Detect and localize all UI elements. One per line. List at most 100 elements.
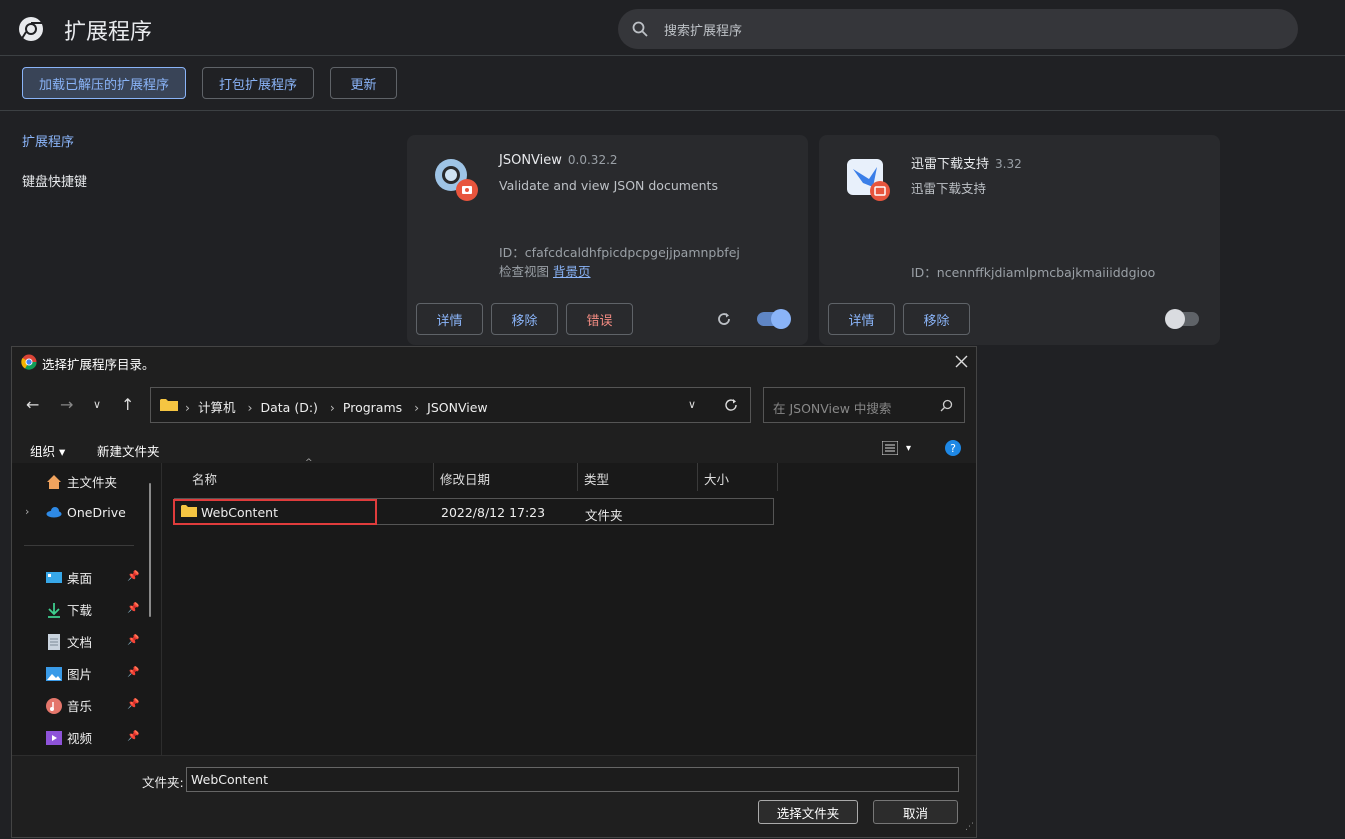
pin-icon[interactable]: 📌 — [127, 635, 139, 646]
view-dropdown-icon[interactable]: ▾ — [906, 443, 911, 454]
nav-item-onedrive[interactable]: OneDrive — [46, 504, 126, 520]
nav-item-videos[interactable]: 视频 — [46, 728, 92, 747]
reload-icon[interactable] — [716, 311, 732, 327]
close-icon[interactable] — [955, 355, 968, 368]
file-modified: 2022/8/12 17:23 — [441, 505, 546, 520]
dialog-titlebar: 选择扩展程序目录。 — [12, 347, 976, 377]
picture-icon — [46, 666, 62, 681]
pin-icon[interactable]: 📌 — [127, 667, 139, 678]
nav-item-home[interactable]: 主文件夹 — [46, 472, 117, 491]
enable-toggle[interactable] — [1165, 309, 1199, 329]
breadcrumb[interactable]: › 计算机 › Data (D:) › Programs › JSONView — [185, 397, 488, 416]
extension-id: ID：cfafcdcaldhfpicdpcpgejjpamnpbfej — [499, 245, 740, 260]
dialog-footer: 文件夹: WebContent 选择文件夹 取消 ⋰ — [12, 755, 976, 837]
svg-text:?: ? — [950, 442, 956, 455]
nav-item-pictures[interactable]: 图片 — [46, 664, 92, 683]
inspect-views: 检查视图 背景页 — [499, 264, 591, 279]
nav-item-desktop[interactable]: 桌面 — [46, 568, 92, 587]
column-modified[interactable]: 修改日期 — [440, 469, 490, 488]
desktop-icon — [46, 571, 62, 583]
folder-label: 文件夹: — [142, 775, 184, 790]
column-separator — [577, 463, 578, 491]
nav-divider — [24, 545, 134, 546]
recent-locations-chevron-icon[interactable]: ∨ — [93, 398, 101, 411]
pin-icon[interactable]: 📌 — [127, 699, 139, 710]
nav-item-downloads[interactable]: 下载 — [46, 600, 92, 619]
extension-description: Validate and view JSON documents — [499, 178, 718, 193]
pack-extension-button[interactable]: 打包扩展程序 — [202, 67, 314, 99]
nav-scrollbar[interactable] — [149, 483, 151, 617]
extension-name: JSONView 0.0.32.2 — [499, 153, 618, 168]
load-unpacked-button[interactable]: 加载已解压的扩展程序 — [22, 67, 186, 99]
errors-button[interactable]: 错误 — [566, 303, 633, 335]
pin-icon[interactable]: 📌 — [127, 603, 139, 614]
background-page-link[interactable]: 背景页 — [553, 264, 591, 279]
column-name[interactable]: 名称 — [192, 469, 217, 488]
download-icon — [48, 602, 60, 618]
nav-item-music[interactable]: 音乐 — [46, 696, 92, 715]
highlight-box — [173, 499, 377, 525]
details-button[interactable]: 详情 — [416, 303, 483, 335]
enable-toggle[interactable] — [757, 309, 791, 329]
extension-name: 迅雷下载支持 3.32 — [911, 157, 1022, 172]
remove-button[interactable]: 移除 — [903, 303, 970, 335]
nav-item-documents[interactable]: 文档 — [46, 632, 92, 651]
pin-icon[interactable]: 📌 — [127, 571, 139, 582]
chrome-icon — [21, 354, 37, 370]
chrome-logo-icon — [19, 17, 43, 41]
column-headers: ^ 名称 修改日期 类型 大小 — [162, 458, 976, 493]
page-title: 扩展程序 — [64, 20, 153, 45]
column-size[interactable]: 大小 — [704, 469, 729, 488]
folder-name-input[interactable]: WebContent — [186, 767, 959, 792]
header-bar: 扩展程序 搜索扩展程序 — [0, 0, 1345, 56]
address-bar[interactable]: › 计算机 › Data (D:) › Programs › JSONView ∨ — [150, 387, 751, 423]
search-icon — [632, 21, 648, 37]
jsonview-icon — [435, 159, 478, 201]
update-button[interactable]: 更新 — [330, 67, 397, 99]
sidebar-item-extensions[interactable]: 扩展程序 — [22, 131, 74, 150]
video-icon — [46, 730, 62, 745]
refresh-icon[interactable] — [724, 398, 738, 412]
column-separator — [777, 463, 778, 491]
home-icon — [47, 474, 61, 489]
navigation-pane: 主文件夹 › OneDrive 桌面 📌 下载 📌 文档 📌 图片 📌 音乐 📌… — [12, 463, 162, 755]
cancel-button[interactable]: 取消 — [873, 800, 958, 824]
column-separator — [433, 463, 434, 491]
forward-arrow-icon[interactable]: → — [60, 395, 73, 414]
navigation-bar: ← → ∨ ↑ › 计算机 › Data (D:) › Programs › JSONV… — [12, 377, 976, 433]
organize-menu[interactable]: 组织 ▾ — [30, 441, 65, 460]
extension-card-xunlei: 迅雷下载支持 3.32 迅雷下载支持 ID：ncennffkjdiamlpmcba… — [819, 135, 1220, 345]
resize-grip-icon[interactable]: ⋰ — [965, 822, 974, 832]
folder-search-box[interactable]: 在 JSONView 中搜索 — [763, 387, 965, 423]
xunlei-icon — [847, 159, 890, 201]
address-dropdown-icon[interactable]: ∨ — [688, 398, 696, 411]
file-type: 文件夹 — [585, 508, 623, 523]
pin-icon[interactable]: 📌 — [127, 731, 139, 742]
folder-search-input[interactable]: 在 JSONView 中搜索 — [773, 398, 891, 417]
extension-version: 3.32 — [995, 157, 1022, 171]
command-bar: 组织 ▾ 新建文件夹 ▾ ? — [12, 433, 976, 463]
back-arrow-icon[interactable]: ← — [26, 395, 39, 414]
extension-id: ID：ncennffkjdiamlpmcbajkmaiiiddgioo — [911, 265, 1156, 280]
sidebar-item-shortcuts[interactable]: 键盘快捷键 — [22, 171, 87, 190]
sort-ascending-icon: ^ — [305, 458, 313, 468]
new-folder-button[interactable]: 新建文件夹 — [97, 441, 160, 460]
select-folder-button[interactable]: 选择文件夹 — [758, 800, 858, 824]
remove-button[interactable]: 移除 — [491, 303, 558, 335]
search-icon — [940, 399, 953, 412]
dev-toolbar: 加载已解压的扩展程序 打包扩展程序 更新 — [0, 56, 1345, 111]
extension-description: 迅雷下载支持 — [911, 181, 987, 196]
help-icon[interactable]: ? — [945, 440, 961, 456]
extension-version: 0.0.32.2 — [567, 153, 618, 167]
search-input[interactable]: 搜索扩展程序 — [664, 20, 742, 39]
up-arrow-icon[interactable]: ↑ — [121, 395, 134, 414]
column-type[interactable]: 类型 — [584, 469, 609, 488]
view-options-icon[interactable] — [882, 441, 898, 455]
onedrive-icon — [46, 507, 62, 518]
folder-picker-dialog: 选择扩展程序目录。 ← → ∨ ↑ › 计算机 › Data (D:) › Progr… — [11, 346, 977, 838]
details-button[interactable]: 详情 — [828, 303, 895, 335]
search-box[interactable]: 搜索扩展程序 — [618, 9, 1298, 49]
folder-icon — [160, 399, 178, 411]
music-icon — [46, 697, 62, 714]
expand-chevron-icon[interactable]: › — [25, 505, 29, 518]
